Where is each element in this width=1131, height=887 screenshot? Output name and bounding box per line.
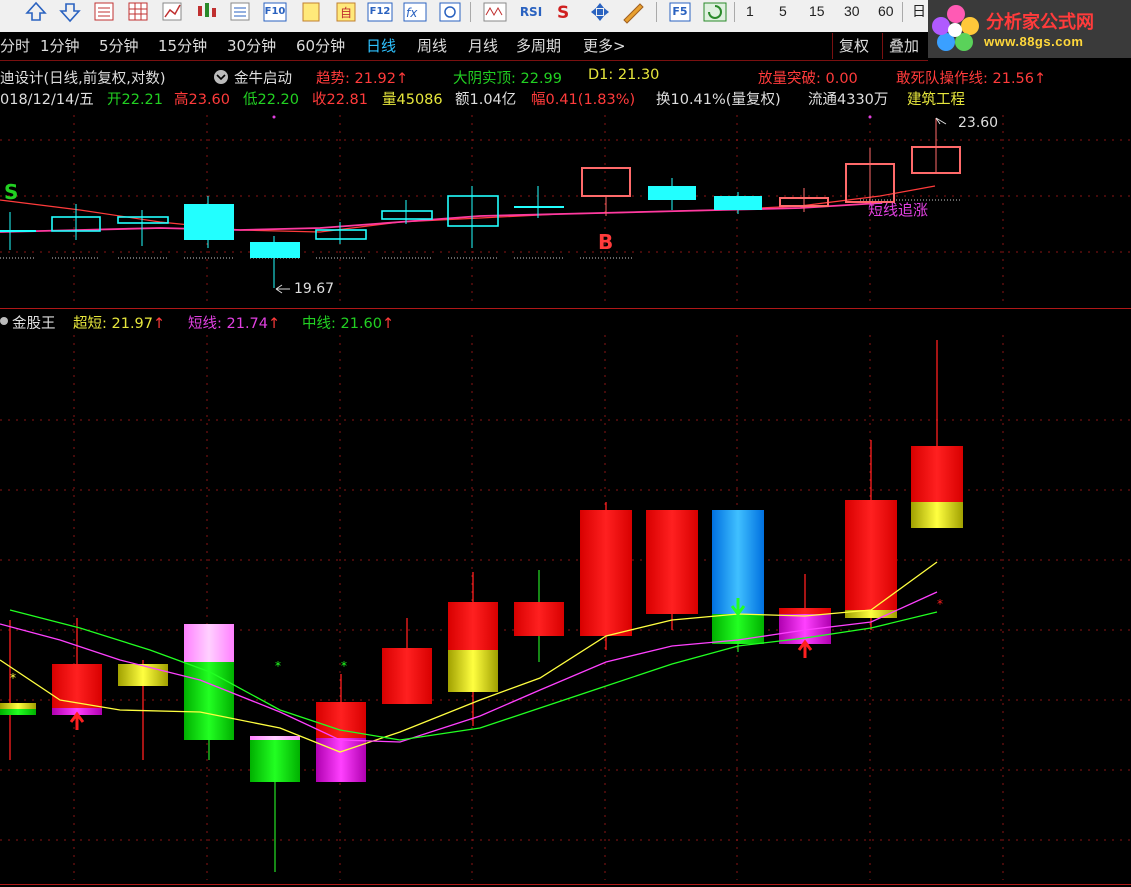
star-marker: * [10,671,16,685]
bar [779,608,831,614]
bar [845,500,897,610]
bar [580,510,632,636]
bar [514,602,564,636]
bar [184,662,234,740]
star-marker: * [275,659,281,673]
bar [118,664,168,686]
bar [0,709,36,715]
up-arrow-icon [69,711,85,730]
bar [646,510,698,614]
star-marker: * [341,659,347,673]
bar [250,736,300,782]
bottom-border [0,884,1131,885]
bar [382,648,432,704]
up-arrow-icon [797,639,813,658]
bar [448,602,498,650]
bar [52,664,102,708]
bar [250,736,300,740]
bar [911,446,963,502]
star-marker: * [937,597,943,611]
indicator-chart[interactable]: * * * * [0,0,1131,887]
bar [448,650,498,692]
bar [911,502,963,528]
bar [184,624,234,662]
sub-grid-lines [0,335,1131,880]
bar [316,738,366,782]
